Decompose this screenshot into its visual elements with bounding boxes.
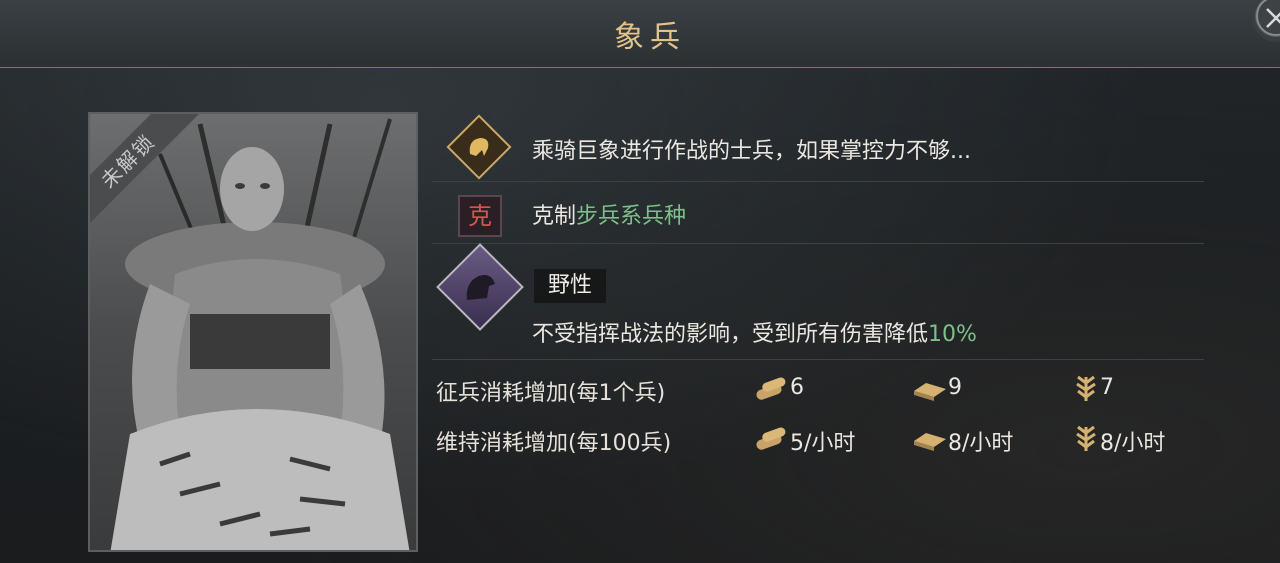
recruit-wood-value: 6 — [790, 375, 804, 400]
iron-icon — [914, 383, 946, 401]
trait-text: 不受指挥战法的影响，受到所有伤害降低 — [532, 322, 929, 347]
trait-row: 野性 不受指挥战法的影响，受到所有伤害降低10% — [432, 243, 1204, 360]
counter-icon: 克 — [458, 195, 502, 237]
counter-text: 克制步兵系兵种 — [532, 198, 686, 230]
warrior-illustration — [110, 118, 410, 550]
counter-target: 步兵系兵种 — [576, 204, 687, 229]
description-row: 乘骑巨象进行作战的士兵，如果掌控力不够... — [432, 112, 1204, 182]
header-bar: 象兵 — [0, 0, 1280, 68]
wood-icon — [756, 377, 786, 400]
upkeep-grain-value: 8/小时 — [1100, 431, 1166, 456]
upkeep-wood-value: 5/小时 — [790, 431, 856, 456]
trait-name-tag: 野性 — [534, 269, 607, 303]
close-icon — [1266, 8, 1280, 28]
upkeep-iron-value: 8/小时 — [948, 431, 1014, 456]
counter-prefix: 克制 — [532, 204, 577, 229]
horse-trait-icon — [436, 243, 524, 331]
wood-icon — [756, 427, 786, 450]
page-title: 象兵 — [614, 20, 686, 55]
elephant-unit-icon — [446, 114, 512, 180]
recruit-cost-label: 征兵消耗增加(每1个兵) — [436, 381, 666, 406]
counter-row: 克 克制步兵系兵种 — [432, 182, 1204, 244]
upkeep-cost-label: 维持消耗增加(每100兵) — [436, 431, 672, 456]
unit-portrait: 未解锁 — [88, 112, 418, 552]
grain-icon — [1076, 425, 1096, 451]
recruit-grain-value: 7 — [1100, 375, 1114, 400]
iron-icon — [914, 433, 946, 451]
trait-value: 10% — [928, 322, 977, 347]
recruit-iron-value: 9 — [948, 375, 962, 400]
unit-description: 乘骑巨象进行作战的士兵，如果掌控力不够... — [532, 139, 971, 164]
grain-icon — [1076, 375, 1096, 401]
trait-description: 不受指挥战法的影响，受到所有伤害降低10% — [532, 316, 977, 348]
